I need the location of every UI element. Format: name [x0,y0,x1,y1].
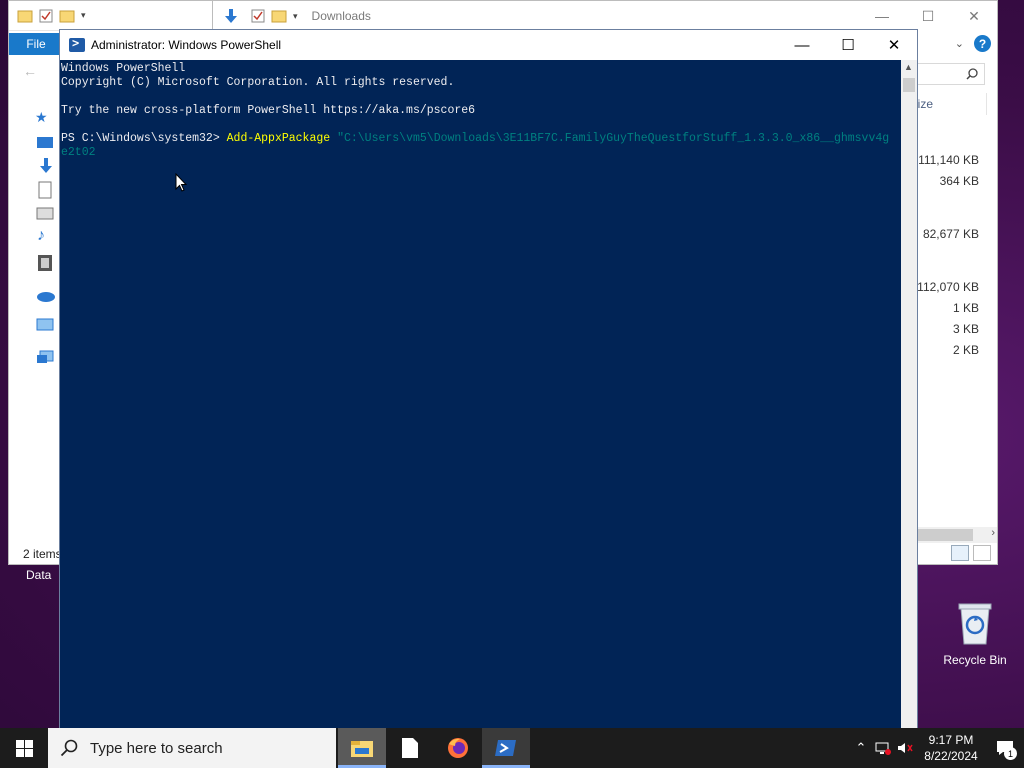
file-explorer-icon [351,741,373,757]
clock-date: 8/22/2024 [924,749,978,763]
prompt: PS C:\Windows\system32> [61,132,227,145]
powershell-titlebar[interactable]: Administrator: Windows PowerShell — ☐ ✕ [60,30,917,60]
recycle-bin[interactable]: Recycle Bin [940,600,1010,667]
ribbon-help-row: ⌄ ? [955,35,991,52]
this-pc-icon[interactable] [35,317,57,335]
search-input[interactable] [915,63,985,85]
file-tab[interactable]: File [9,33,63,55]
properties-icon[interactable] [39,9,53,23]
status-bar-text: 2 items [23,547,62,561]
command-line: PS C:\Windows\system32> Add-AppxPackage … [61,132,900,146]
onedrive-icon[interactable] [35,286,57,304]
search-icon [966,68,978,80]
window-title: Downloads [311,9,371,23]
clock[interactable]: 9:17 PM 8/22/2024 [916,732,986,764]
chevron-down-icon[interactable]: ▾ [81,10,86,21]
clock-time: 9:17 PM [928,733,974,747]
document-icon [402,738,418,758]
network-icon[interactable] [872,728,894,768]
videos-icon[interactable] [35,254,57,272]
new-folder-icon[interactable] [271,9,287,23]
powershell-icon [495,740,516,756]
command-name: Add-AppxPackage [226,132,331,145]
command-line-wrap: e2t02 [61,146,900,160]
documents-icon[interactable] [35,181,57,199]
command-argument: "C:\Users\vm5\Downloads\3E11BF7C.FamilyG… [330,132,890,145]
notification-count-badge: 1 [1004,747,1017,760]
vertical-scrollbar[interactable]: ▲ [901,60,917,728]
minimize-button[interactable]: — [779,30,825,60]
chevron-up-icon[interactable]: ⌃ [850,728,872,768]
close-button[interactable]: ✕ [871,30,917,60]
music-icon[interactable]: ♪ [37,227,45,245]
desktop-icon[interactable] [35,135,57,153]
windows-logo-icon [15,739,33,757]
taskbar: Type here to search ⌃ 9:17 PM 8/22/2024 … [0,728,1024,768]
column-divider [986,93,987,115]
scrollbar-thumb[interactable] [917,529,973,541]
console-line: Windows PowerShell [61,62,186,75]
file-size: 111,140 KB [918,153,979,167]
taskbar-notepad[interactable] [386,728,434,768]
notification-center-button[interactable]: 1 [986,728,1024,768]
view-toggle [951,545,991,561]
window-title: Administrator: Windows PowerShell [91,38,282,52]
help-icon[interactable]: ? [974,35,991,52]
volume-icon[interactable] [894,728,916,768]
file-size: 82,677 KB [922,227,979,241]
powershell-icon [69,36,85,52]
taskbar-search-input[interactable]: Type here to search [48,728,336,768]
console-line: Try the new cross-platform PowerShell ht… [61,104,476,117]
file-size: 1 KB [952,301,979,315]
console-output[interactable]: Windows PowerShell Copyright (C) Microsof… [60,60,901,728]
file-size: 364 KB [939,174,979,188]
file-size: 112,070 KB [917,280,979,294]
chevron-down-icon[interactable]: ⌄ [955,37,964,50]
console-line: Copyright (C) Microsoft Corporation. All… [61,76,455,89]
desktop-data-label: Data [26,568,52,582]
firefox-icon [448,738,468,758]
pictures-icon[interactable] [35,205,57,223]
file-size: 2 KB [952,343,979,357]
minimize-button[interactable]: — [859,1,905,31]
close-button[interactable]: ✕ [951,1,997,31]
back-arrow-icon[interactable]: ← [23,63,37,79]
details-view-button[interactable] [951,545,969,561]
recycle-bin-icon [958,603,992,645]
recycle-bin-label: Recycle Bin [943,653,1007,667]
search-placeholder: Type here to search [90,739,223,757]
search-icon [60,739,78,757]
folder-icon[interactable] [17,9,33,23]
file-size: 3 KB [952,322,979,336]
downloads-icon [225,9,237,23]
command-argument-continued: e2t02 [61,146,96,159]
start-button[interactable] [0,728,48,768]
mouse-cursor-icon [175,173,187,192]
powershell-window[interactable]: Administrator: Windows PowerShell — ☐ ✕ … [59,29,918,729]
taskbar-powershell[interactable] [482,728,530,768]
chevron-up-icon[interactable]: ▲ [904,62,913,72]
star-icon[interactable]: ★ [35,109,48,126]
chevron-down-icon[interactable]: ▾ [293,11,298,22]
properties-icon[interactable] [251,9,265,23]
window-controls: — ☐ ✕ [779,30,917,60]
large-icons-view-button[interactable] [973,545,991,561]
quick-access-toolbar: ▾ [9,1,217,31]
system-tray: ⌃ 9:17 PM 8/22/2024 1 [850,728,1024,768]
downloads-icon[interactable] [35,157,57,175]
window-controls: — ☐ ✕ [859,1,997,31]
chevron-right-icon[interactable]: › [991,527,995,539]
new-folder-icon[interactable] [59,9,75,23]
maximize-button[interactable]: ☐ [825,30,871,60]
maximize-button[interactable]: ☐ [905,1,951,31]
network-icon[interactable] [35,349,57,367]
taskbar-firefox[interactable] [434,728,482,768]
horizontal-scrollbar[interactable]: › [917,527,997,543]
scrollbar-thumb[interactable] [903,78,915,92]
taskbar-file-explorer[interactable] [338,728,386,768]
